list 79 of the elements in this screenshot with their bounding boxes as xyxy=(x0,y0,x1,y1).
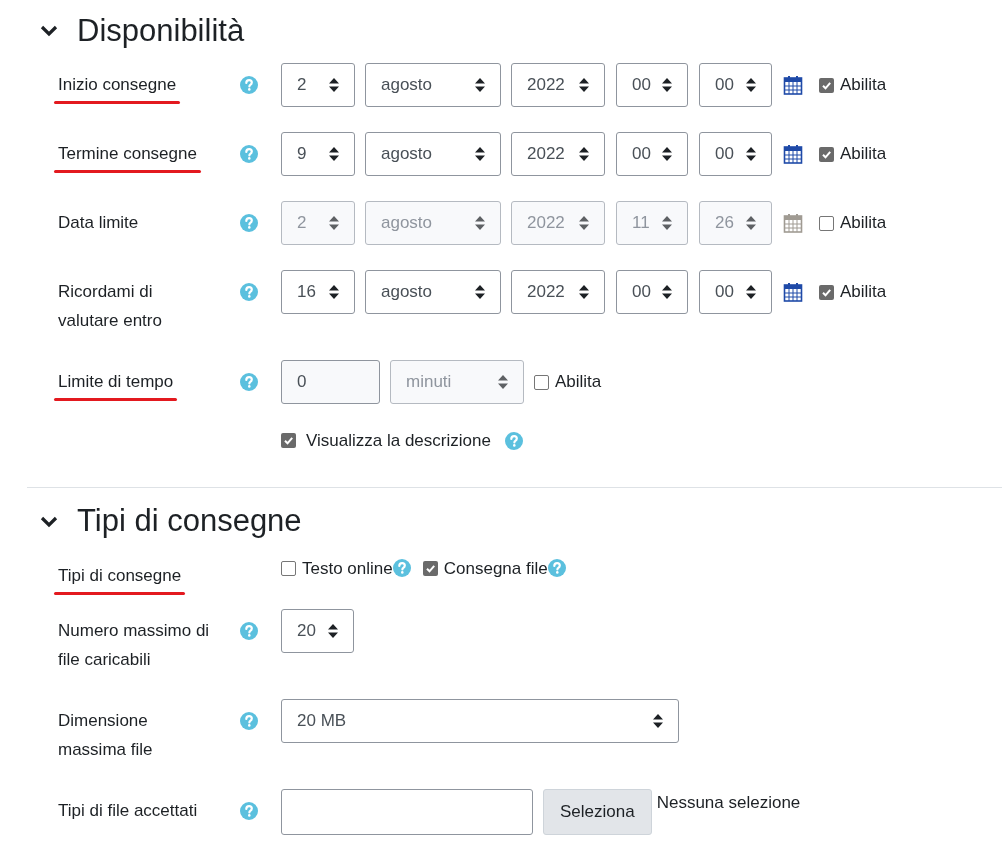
select-button[interactable]: Seleziona xyxy=(543,788,652,835)
checkbox-label: Testo online xyxy=(302,557,393,580)
updown-caret-icon xyxy=(745,77,757,93)
number-field[interactable]: 0 xyxy=(281,360,380,404)
checkbox[interactable] xyxy=(819,146,834,162)
checkmark-icon xyxy=(283,435,294,447)
checkbox-label: Abilita xyxy=(840,281,887,304)
checkbox-label: Abilita xyxy=(840,74,887,97)
updown-caret-icon xyxy=(578,284,590,300)
checkbox-label: Consegna file xyxy=(443,557,548,580)
field-label: Inizio consegne xyxy=(58,74,177,96)
updown-caret-icon xyxy=(661,284,673,300)
updown-caret-icon xyxy=(474,284,486,300)
calendar-icon[interactable] xyxy=(783,144,803,164)
year-select[interactable]: 2022 xyxy=(511,270,605,314)
updown-caret-icon xyxy=(745,284,757,300)
updown-caret-icon xyxy=(578,146,590,162)
field-label: Tipi di consegne xyxy=(58,564,182,587)
updown-caret-icon xyxy=(745,146,757,162)
field-label: Data limite xyxy=(58,212,139,234)
checkmark-icon xyxy=(821,286,832,298)
field-label: Limite di tempo xyxy=(58,371,174,393)
updown-caret-icon xyxy=(497,374,509,390)
updown-caret-icon xyxy=(745,215,757,231)
year-select[interactable]: 2022 xyxy=(511,63,605,107)
updown-caret-icon xyxy=(652,712,664,729)
year-select[interactable]: 2022 xyxy=(511,132,605,176)
checkbox[interactable] xyxy=(819,215,834,231)
updown-caret-icon xyxy=(328,284,340,300)
updown-caret-icon xyxy=(661,146,673,162)
field-label: Dimensione massima file xyxy=(58,709,154,761)
updown-caret-icon xyxy=(328,215,340,231)
minute-select[interactable]: 00 xyxy=(699,132,772,176)
number-select[interactable]: 20 xyxy=(281,608,354,653)
updown-caret-icon xyxy=(578,215,590,231)
updown-caret-icon xyxy=(578,77,590,93)
field-label: Termine consegne xyxy=(58,143,197,165)
updown-caret-icon xyxy=(327,622,339,639)
section-heading: Disponibilità xyxy=(77,11,245,50)
month-select[interactable]: agosto xyxy=(365,63,501,107)
day-select[interactable]: 9 xyxy=(281,132,355,176)
checkbox-label: Abilita xyxy=(840,212,887,235)
checkmark-icon xyxy=(424,562,436,574)
field-label: Numero massimo di file caricabili xyxy=(58,619,211,671)
month-select[interactable]: agosto xyxy=(365,132,501,176)
text-field[interactable] xyxy=(281,788,533,835)
checkbox[interactable] xyxy=(281,560,296,576)
hour-select[interactable]: 00 xyxy=(616,63,688,107)
updown-caret-icon xyxy=(328,77,340,93)
checkmark-icon xyxy=(821,148,832,160)
day-select[interactable]: 2 xyxy=(281,63,355,107)
updown-caret-icon xyxy=(474,146,486,162)
minute-select[interactable]: 00 xyxy=(699,270,772,314)
checkbox[interactable] xyxy=(819,284,834,300)
field-label: Tipi di file accettati xyxy=(58,799,198,822)
month-select[interactable]: agosto xyxy=(365,270,501,314)
field-label: Ricordami di valutare entro xyxy=(58,281,163,332)
hour-select[interactable]: 00 xyxy=(616,270,688,314)
section-heading: Tipi di consegne xyxy=(77,502,302,541)
updown-caret-icon xyxy=(474,77,486,93)
checkbox[interactable] xyxy=(422,560,438,576)
checkbox-label: Abilita xyxy=(840,143,887,166)
updown-caret-icon xyxy=(328,146,340,162)
updown-caret-icon xyxy=(474,215,486,231)
status-text: Nessuna selezione xyxy=(656,791,801,814)
minute-select[interactable]: 00 xyxy=(699,63,772,107)
checkbox[interactable] xyxy=(534,374,549,390)
hour-select[interactable]: 00 xyxy=(616,132,688,176)
checkbox-label: Visualizza la descrizione xyxy=(306,430,491,452)
checkbox-label: Abilita xyxy=(555,371,602,394)
updown-caret-icon xyxy=(661,215,673,231)
calendar-icon[interactable] xyxy=(783,75,803,95)
checkbox[interactable] xyxy=(819,77,834,93)
checkmark-icon xyxy=(821,79,832,91)
size-select[interactable]: 20 MB xyxy=(281,698,679,743)
updown-caret-icon xyxy=(661,77,673,93)
checkbox[interactable] xyxy=(281,433,296,449)
day-select[interactable]: 16 xyxy=(281,270,355,314)
calendar-icon[interactable] xyxy=(783,282,803,302)
